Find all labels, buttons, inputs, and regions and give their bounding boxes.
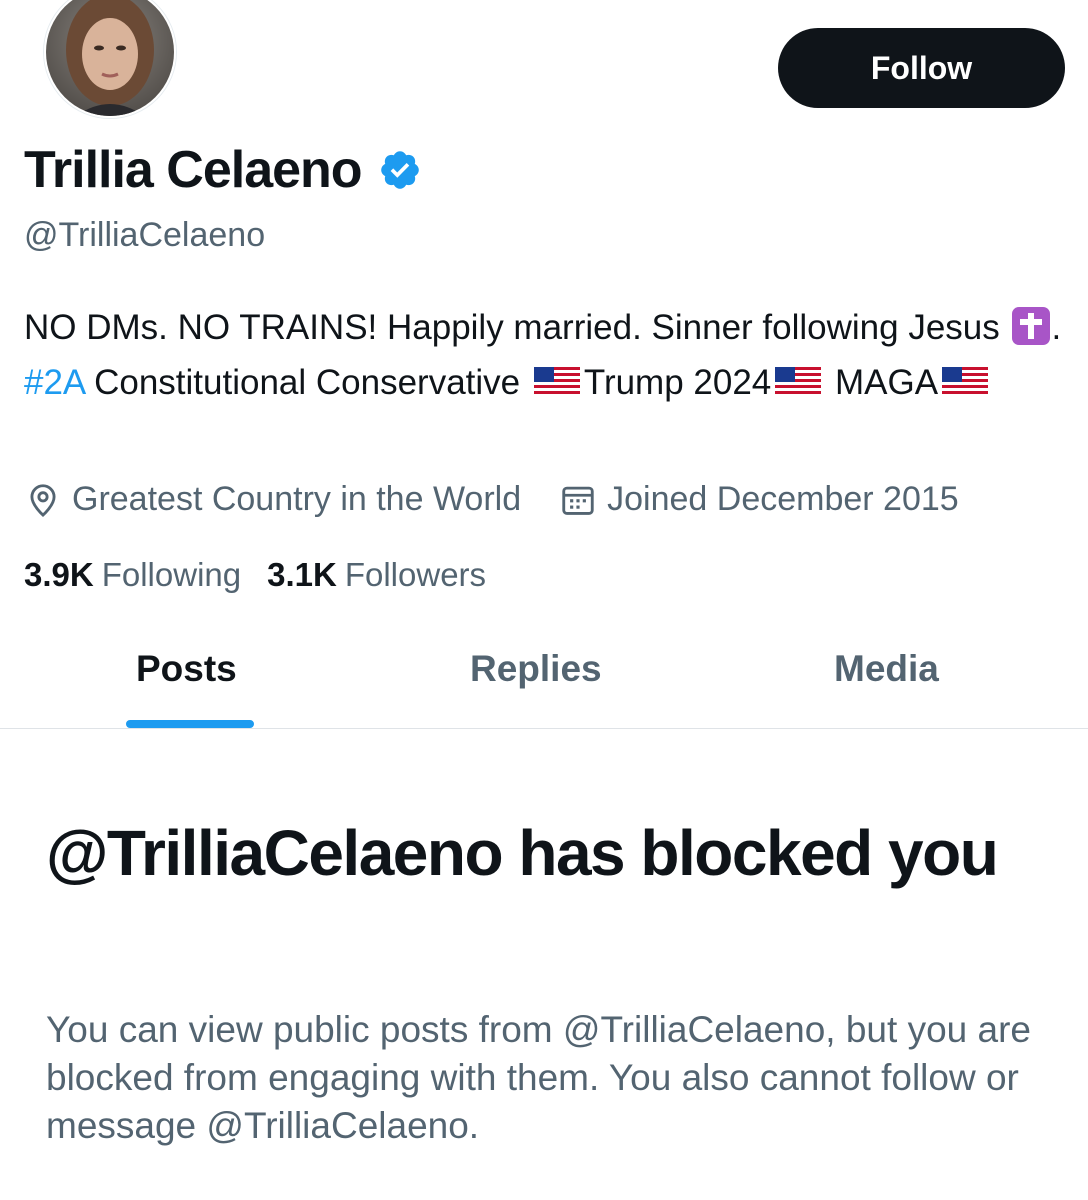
location: Greatest Country in the World xyxy=(24,480,521,519)
us-flag-emoji-icon xyxy=(533,367,580,397)
tab-replies[interactable]: Replies xyxy=(470,648,602,690)
bio-text: MAGA xyxy=(825,363,939,402)
bio-text: . xyxy=(1051,308,1062,347)
avatar[interactable] xyxy=(44,0,176,118)
profile-meta: Greatest Country in the World Joined Dec… xyxy=(24,480,959,519)
followers-label: Followers xyxy=(344,556,487,593)
following-link[interactable]: 3.9K Following xyxy=(24,556,241,594)
hashtag-link[interactable]: #2A xyxy=(24,363,84,402)
bio-text: Constitutional Conservative xyxy=(84,363,530,402)
followers-link[interactable]: 3.1K Followers xyxy=(267,556,486,594)
location-pin-icon xyxy=(30,483,56,517)
blocked-title: @TrilliaCelaeno has blocked you xyxy=(46,817,999,889)
calendar-icon xyxy=(562,486,594,515)
location-text: Greatest Country in the World xyxy=(72,480,522,518)
us-flag-emoji-icon xyxy=(775,367,822,397)
following-count: 3.9K xyxy=(24,556,94,593)
profile-tabs: Posts Replies Media xyxy=(0,630,1088,729)
latin-cross-emoji-icon xyxy=(1011,307,1050,345)
bio-text: Trump 2024 xyxy=(583,363,772,402)
follow-stats: 3.9K Following 3.1K Followers xyxy=(24,556,486,594)
verified-badge-icon[interactable] xyxy=(378,148,422,192)
joined-text: Joined December 2015 xyxy=(607,480,959,518)
profile-photo-icon xyxy=(46,0,174,116)
active-tab-indicator xyxy=(126,720,254,728)
us-flag-emoji-icon xyxy=(942,367,989,397)
followers-count: 3.1K xyxy=(267,556,337,593)
display-name: Trillia Celaeno xyxy=(24,141,363,199)
following-label: Following xyxy=(101,556,242,593)
tab-media[interactable]: Media xyxy=(834,648,939,690)
blocked-description: You can view public posts from @TrilliaC… xyxy=(46,1009,1031,1146)
profile-name-row: Trillia Celaeno xyxy=(24,140,422,200)
follow-button[interactable]: Follow xyxy=(778,28,1065,108)
joined-date: Joined December 2015 xyxy=(559,480,959,519)
tab-posts[interactable]: Posts xyxy=(136,648,237,690)
profile-handle: @TrilliaCelaeno xyxy=(24,216,266,254)
profile-bio: NO DMs. NO TRAINS! Happily married. Sinn… xyxy=(24,300,1064,410)
bio-text: NO DMs. NO TRAINS! Happily married. Sinn… xyxy=(24,308,1010,347)
